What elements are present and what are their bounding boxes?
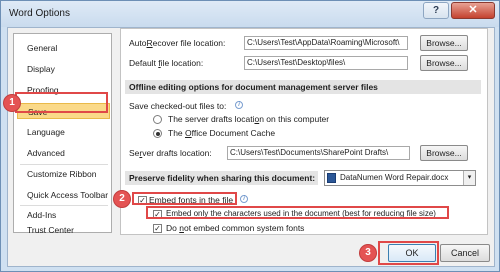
autorecover-location-label: AutoRecover file location: <box>129 38 226 48</box>
sidebar-item-general[interactable]: General <box>17 40 110 56</box>
sidebar-divider <box>20 164 108 165</box>
server-drafts-radio[interactable] <box>153 115 162 124</box>
office-cache-radio[interactable] <box>153 129 162 138</box>
default-location-label: Default file location: <box>129 58 204 68</box>
help-button[interactable]: ? <box>423 2 449 19</box>
callout-badge-3: 3 <box>359 244 377 262</box>
sidebar-item-quick-access-toolbar[interactable]: Quick Access Toolbar <box>17 187 110 203</box>
word-document-icon <box>327 173 336 183</box>
save-checkedout-label: Save checked-out files to: <box>129 101 227 111</box>
callout-badge-1: 1 <box>3 94 21 112</box>
sidebar-item-advanced[interactable]: Advanced <box>17 145 110 161</box>
offline-editing-section-header: Offline editing options for document man… <box>125 80 481 94</box>
sidebar-item-add-ins[interactable]: Add-Ins <box>17 207 110 223</box>
sidebar-item-customize-ribbon[interactable]: Customize Ribbon <box>17 166 110 182</box>
options-sidebar: General Display Proofing Save Language A… <box>13 33 112 236</box>
autorecover-location-input[interactable]: C:\Users\Test\AppData\Roaming\Microsoft\ <box>244 36 408 50</box>
default-browse-button[interactable]: Browse... <box>420 55 468 71</box>
sidebar-item-display[interactable]: Display <box>17 61 110 77</box>
window-title: Word Options <box>9 8 70 19</box>
autorecover-browse-button[interactable]: Browse... <box>420 35 468 51</box>
sidebar-item-language[interactable]: Language <box>17 124 110 140</box>
server-drafts-radio-label: The server drafts location on this compu… <box>168 114 330 124</box>
info-icon: i <box>240 195 248 203</box>
server-drafts-location-input[interactable]: C:\Users\Test\Documents\SharePoint Draft… <box>227 146 410 160</box>
office-cache-radio-label: The Office Document Cache <box>168 128 276 138</box>
callout-box-save <box>15 92 108 113</box>
chevron-down-icon[interactable]: ▾ <box>463 171 475 185</box>
default-location-input[interactable]: C:\Users\Test\Desktop\files\ <box>244 56 408 70</box>
callout-box-embed-fonts <box>132 192 237 205</box>
server-drafts-location-label: Server drafts location: <box>129 148 212 158</box>
info-icon: i <box>235 101 243 109</box>
callout-badge-2: 2 <box>113 190 131 208</box>
sidebar-divider <box>20 205 108 206</box>
fidelity-document-value: DataNumen Word Repair.docx <box>340 173 449 182</box>
no-common-fonts-checkbox[interactable]: ✓ <box>153 224 162 233</box>
sidebar-item-trust-center[interactable]: Trust Center <box>17 224 110 236</box>
word-options-window: Word Options ? ✕ General Display Proofin… <box>0 0 500 272</box>
title-bar[interactable]: Word Options ? ✕ <box>1 1 499 27</box>
fidelity-section-header: Preserve fidelity when sharing this docu… <box>125 171 318 185</box>
callout-box-ok <box>378 241 439 265</box>
server-drafts-browse-button[interactable]: Browse... <box>420 145 468 161</box>
dialog-body: General Display Proofing Save Language A… <box>7 27 495 267</box>
fidelity-document-dropdown[interactable]: DataNumen Word Repair.docx ▾ <box>324 170 476 186</box>
no-common-fonts-label: Do not embed common system fonts <box>166 223 305 233</box>
callout-box-embed-only <box>146 206 449 219</box>
close-button[interactable]: ✕ <box>451 2 495 19</box>
cancel-button[interactable]: Cancel <box>440 244 490 262</box>
